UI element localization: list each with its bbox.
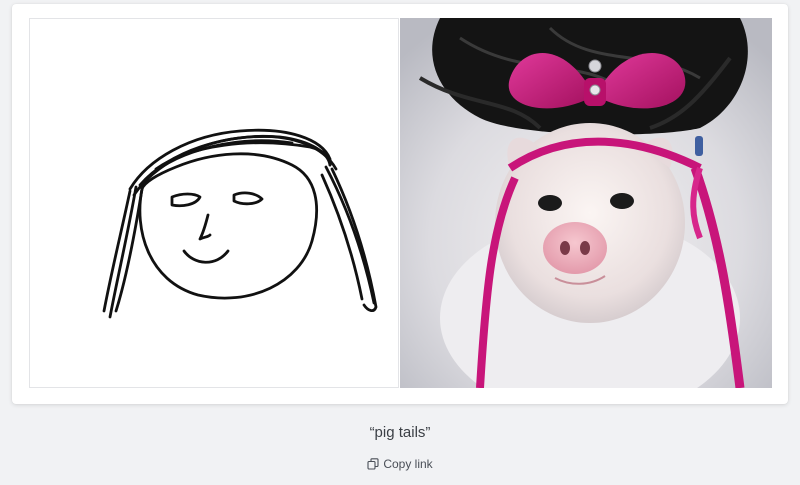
generated-image [400, 18, 772, 388]
sketch-image [29, 18, 399, 388]
pig-illustration [400, 18, 772, 388]
copy-icon [367, 458, 379, 470]
copy-link-button[interactable]: Copy link [0, 457, 800, 471]
sketch-drawing [102, 128, 378, 319]
caption: “pig tails” [369, 424, 431, 441]
artwork-card [12, 4, 788, 404]
copy-link-label: Copy link [383, 457, 433, 471]
